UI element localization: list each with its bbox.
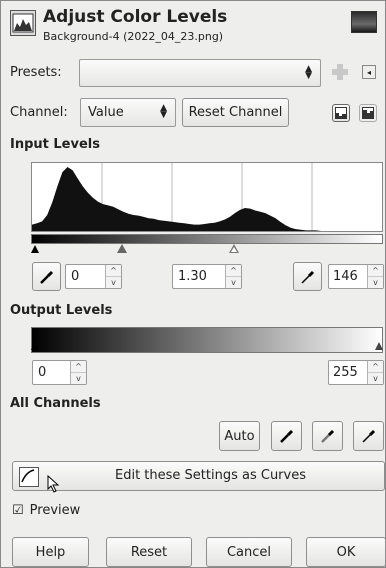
pick-black-all-button[interactable] [271,421,302,451]
input-levels-heading: Input Levels [10,137,100,152]
curves-icon [19,467,39,487]
preview-checkbox[interactable]: ☑ Preview [12,503,80,518]
pick-gray-all-button[interactable] [312,421,343,451]
linear-histogram-icon[interactable] [332,104,350,122]
input-gradient-bar[interactable] [31,234,383,244]
dialog-title: Adjust Color Levels [43,7,228,27]
histogram [31,162,383,232]
reset-channel-button[interactable]: Reset Channel [182,98,289,127]
preset-menu-icon[interactable]: ◂ [362,65,376,79]
eyedropper-white-icon [361,429,375,443]
output-low-value: 0 [38,365,47,380]
output-high-slider-handle[interactable] [375,342,383,350]
eyedropper-black-icon [39,270,53,284]
add-preset-icon[interactable] [331,63,349,81]
dialog-subtitle: Background-4 (2022_04_23.png) [43,30,224,43]
pick-white-all-button[interactable] [353,421,384,451]
input-high-spin[interactable]: 146 ^ v [328,264,384,289]
curves-button-label: Edit these Settings as Curves [115,468,306,483]
eyedropper-black-icon [279,429,293,443]
edit-as-curves-button[interactable]: Edit these Settings as Curves [12,461,385,491]
presets-label: Presets: [10,65,62,80]
output-low-spin[interactable]: 0 ^ v [32,360,87,385]
ok-button[interactable]: OK [306,537,386,567]
auto-button[interactable]: Auto [219,421,260,451]
output-high-spin[interactable]: 255 ^ v [328,360,384,385]
channel-label: Channel: [10,105,68,120]
output-low-slider-handle[interactable] [31,342,39,350]
channel-value: Value [88,105,124,120]
output-gradient-bar[interactable] [31,327,383,353]
pick-white-point-button[interactable] [293,262,322,291]
cancel-button[interactable]: Cancel [206,537,292,567]
input-high-value: 146 [333,269,358,284]
gamma-spin[interactable]: 1.30 ^ v [172,264,242,289]
help-button[interactable]: Help [12,537,89,567]
eyedropper-gray-icon [320,429,334,443]
image-thumbnail [351,11,377,33]
output-levels-heading: Output Levels [10,303,113,318]
preview-label: Preview [29,503,81,518]
combo-arrows-icon: ▲ ▼ [305,64,312,81]
input-low-slider-handle[interactable] [31,245,39,253]
checkbox-checked-icon: ☑ [12,503,24,518]
pick-black-point-button[interactable] [32,262,61,291]
presets-combo[interactable]: ▲ ▼ [79,59,321,87]
output-high-value: 255 [333,365,358,380]
dialog-icon [10,10,36,36]
gamma-value: 1.30 [178,269,207,284]
reset-button[interactable]: Reset [106,537,192,567]
eyedropper-white-icon [300,270,314,284]
mouse-cursor-icon [47,474,61,497]
channel-combo[interactable]: Value ▲ ▼ [80,98,176,127]
input-low-spin[interactable]: 0 ^ v [65,264,122,289]
all-channels-heading: All Channels [10,396,101,411]
input-gamma-slider-handle[interactable] [117,244,127,253]
log-histogram-icon[interactable] [359,104,377,122]
combo-arrows-icon: ▲ ▼ [160,103,167,120]
input-low-value: 0 [71,269,80,284]
